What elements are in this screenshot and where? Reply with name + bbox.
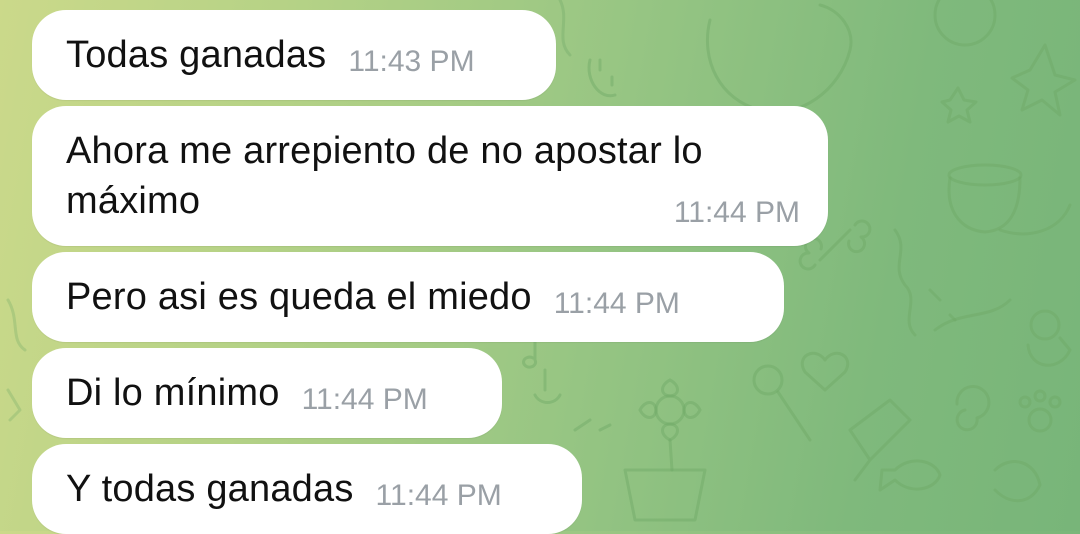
message-bubble[interactable]: Y todas ganadas 11:44 PM [32, 444, 582, 534]
message-bubble[interactable]: Ahora me arrepiento de no apostar lo máx… [32, 106, 828, 246]
message-text: Di lo mínimo [66, 372, 280, 414]
message-text: Pero asi es queda el miedo [66, 276, 532, 318]
message-bubble[interactable]: Pero asi es queda el miedo 11:44 PM [32, 252, 784, 342]
message-text: Todas ganadas [66, 34, 327, 76]
message-timestamp: 11:44 PM [673, 196, 800, 229]
message-bubble[interactable]: Todas ganadas 11:43 PM [32, 10, 556, 100]
message-text-line-1: Ahora me arrepiento de no apostar lo [66, 130, 703, 172]
message-timestamp: 11:44 PM [375, 479, 502, 512]
message-text: Y todas ganadas [66, 468, 354, 510]
message-timestamp: 11:43 PM [348, 45, 475, 78]
message-timestamp: 11:44 PM [301, 383, 428, 416]
message-timestamp: 11:44 PM [553, 287, 680, 320]
message-bubble[interactable]: Di lo mínimo 11:44 PM [32, 348, 502, 438]
